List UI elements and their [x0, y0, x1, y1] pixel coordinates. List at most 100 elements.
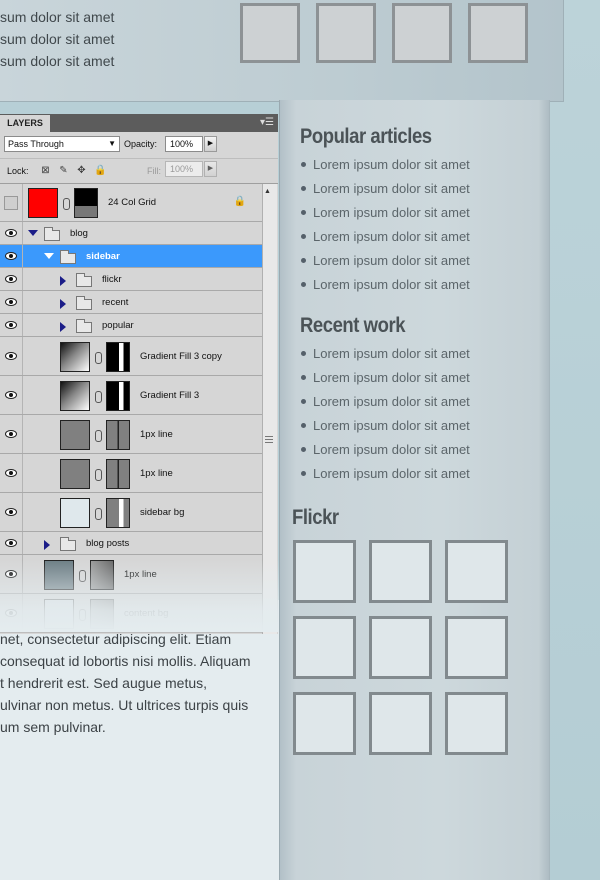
recent-work-link[interactable]: Lorem ipsum dolor sit amet — [301, 370, 470, 385]
expand-arrow-icon[interactable] — [60, 321, 66, 332]
visibility-toggle[interactable] — [0, 594, 23, 632]
eye-icon — [5, 391, 17, 399]
link-icon[interactable] — [63, 198, 70, 210]
visibility-toggle[interactable] — [0, 245, 23, 267]
layers-scrollbar[interactable] — [262, 184, 277, 634]
blend-mode-select[interactable]: Pass Through ▼ — [4, 136, 120, 152]
flickr-thumbnail[interactable] — [293, 692, 356, 755]
flickr-thumbnail[interactable] — [369, 540, 432, 603]
link-icon[interactable] — [95, 507, 102, 520]
layer-group-row[interactable]: recent — [0, 291, 262, 314]
scroll-grip-icon[interactable] — [265, 436, 273, 444]
recent-work-link[interactable]: Lorem ipsum dolor sit amet — [301, 442, 470, 457]
flickr-thumbnail[interactable] — [445, 540, 508, 603]
collapse-arrow-icon[interactable] — [44, 252, 54, 259]
expand-arrow-icon[interactable] — [60, 298, 66, 309]
lock-pixels-icon[interactable]: ✎ — [58, 165, 69, 176]
layer-group-row[interactable]: blog — [0, 222, 262, 245]
eye-icon — [5, 508, 17, 516]
lock-transparency-icon[interactable]: ⊠ — [40, 165, 51, 176]
content-text-line: ulvinar non metus. Ut ultrices turpis qu… — [0, 697, 249, 713]
link-icon[interactable] — [95, 429, 102, 442]
expand-arrow-icon[interactable] — [60, 275, 66, 286]
scroll-up-icon[interactable]: ▲ — [264, 188, 271, 195]
panel-menu-icon[interactable]: ▾☰ — [260, 116, 274, 129]
link-icon[interactable] — [95, 351, 102, 364]
opacity-slider-button[interactable]: ▶ — [204, 136, 217, 152]
fill-slider-button[interactable]: ▶ — [204, 161, 217, 177]
layer-name: sidebar bg — [140, 506, 185, 518]
flickr-thumbnail[interactable] — [445, 692, 508, 755]
layer-row[interactable]: 1px line — [0, 555, 262, 594]
flickr-thumbnail[interactable] — [293, 540, 356, 603]
collapse-arrow-icon[interactable] — [28, 229, 38, 236]
layer-row[interactable]: Gradient Fill 3 — [0, 376, 262, 415]
link-icon[interactable] — [79, 569, 86, 582]
visibility-toggle[interactable] — [0, 493, 23, 531]
layer-group-row[interactable]: blog posts — [0, 532, 262, 555]
popular-article-link[interactable]: Lorem ipsum dolor sit amet — [301, 229, 470, 244]
flickr-thumbnail[interactable] — [369, 616, 432, 679]
layer-group-row[interactable]: sidebar — [0, 245, 262, 268]
layer-name: 1px line — [140, 428, 173, 440]
visibility-toggle[interactable] — [0, 268, 23, 290]
recent-work-link[interactable]: Lorem ipsum dolor sit amet — [301, 418, 470, 433]
recent-work-title: Recent work — [300, 314, 406, 337]
opacity-field[interactable]: 100% — [165, 136, 203, 152]
layer-thumbnail — [44, 559, 74, 590]
link-icon[interactable] — [95, 390, 102, 403]
page-background — [548, 0, 600, 880]
layer-row[interactable]: content bg — [0, 594, 262, 633]
visibility-toggle[interactable] — [0, 337, 23, 375]
flickr-thumbnail[interactable] — [445, 616, 508, 679]
layer-row[interactable]: 24 Col Grid 🔒 — [0, 184, 262, 222]
opacity-label: Opacity: — [124, 139, 158, 149]
popular-article-link[interactable]: Lorem ipsum dolor sit amet — [301, 205, 470, 220]
layer-row[interactable]: Gradient Fill 3 copy — [0, 337, 262, 376]
header-thumbnail[interactable] — [468, 3, 528, 63]
visibility-toggle[interactable] — [0, 376, 23, 414]
popular-article-link[interactable]: Lorem ipsum dolor sit amet — [301, 277, 470, 292]
hidden-layer-icon — [4, 195, 18, 210]
header-area: sum dolor sit amet sum dolor sit amet su… — [0, 0, 564, 102]
layer-row[interactable]: 1px line — [0, 415, 262, 454]
layer-group-row[interactable]: popular — [0, 314, 262, 337]
link-icon[interactable] — [95, 468, 102, 481]
header-thumbnail[interactable] — [240, 3, 300, 63]
visibility-toggle[interactable] — [0, 532, 23, 554]
layer-group-row[interactable]: flickr — [0, 268, 262, 291]
fill-field[interactable]: 100% — [165, 161, 203, 177]
lock-label: Lock: — [7, 166, 29, 176]
expand-arrow-icon[interactable] — [44, 539, 50, 550]
visibility-toggle[interactable] — [0, 291, 23, 313]
layer-row[interactable]: 1px line — [0, 454, 262, 493]
visibility-toggle[interactable] — [0, 184, 23, 221]
tab-layers[interactable]: LAYERS — [0, 115, 50, 132]
visibility-toggle[interactable] — [0, 454, 23, 492]
layer-mask-thumbnail — [106, 341, 130, 372]
layer-row[interactable]: sidebar bg — [0, 493, 262, 532]
layer-name: 1px line — [140, 467, 173, 479]
flickr-thumbnail[interactable] — [369, 692, 432, 755]
visibility-toggle[interactable] — [0, 555, 23, 593]
recent-work-link[interactable]: Lorem ipsum dolor sit amet — [301, 394, 470, 409]
popular-article-link[interactable]: Lorem ipsum dolor sit amet — [301, 157, 470, 172]
lock-position-icon[interactable]: ✥ — [76, 165, 87, 176]
header-text-line: sum dolor sit amet — [0, 53, 115, 69]
visibility-toggle[interactable] — [0, 415, 23, 453]
popular-article-link[interactable]: Lorem ipsum dolor sit amet — [301, 253, 470, 268]
layer-thumbnail — [60, 380, 90, 411]
flickr-thumbnail[interactable] — [293, 616, 356, 679]
layer-name: sidebar — [86, 250, 120, 262]
header-thumbnail[interactable] — [316, 3, 376, 63]
visibility-toggle[interactable] — [0, 222, 23, 244]
eye-icon — [5, 298, 17, 306]
eye-icon — [5, 469, 17, 477]
visibility-toggle[interactable] — [0, 314, 23, 336]
recent-work-link[interactable]: Lorem ipsum dolor sit amet — [301, 466, 470, 481]
lock-all-icon[interactable]: 🔒 — [94, 165, 106, 176]
popular-article-link[interactable]: Lorem ipsum dolor sit amet — [301, 181, 470, 196]
recent-work-link[interactable]: Lorem ipsum dolor sit amet — [301, 346, 470, 361]
link-icon[interactable] — [79, 608, 86, 621]
header-thumbnail[interactable] — [392, 3, 452, 63]
